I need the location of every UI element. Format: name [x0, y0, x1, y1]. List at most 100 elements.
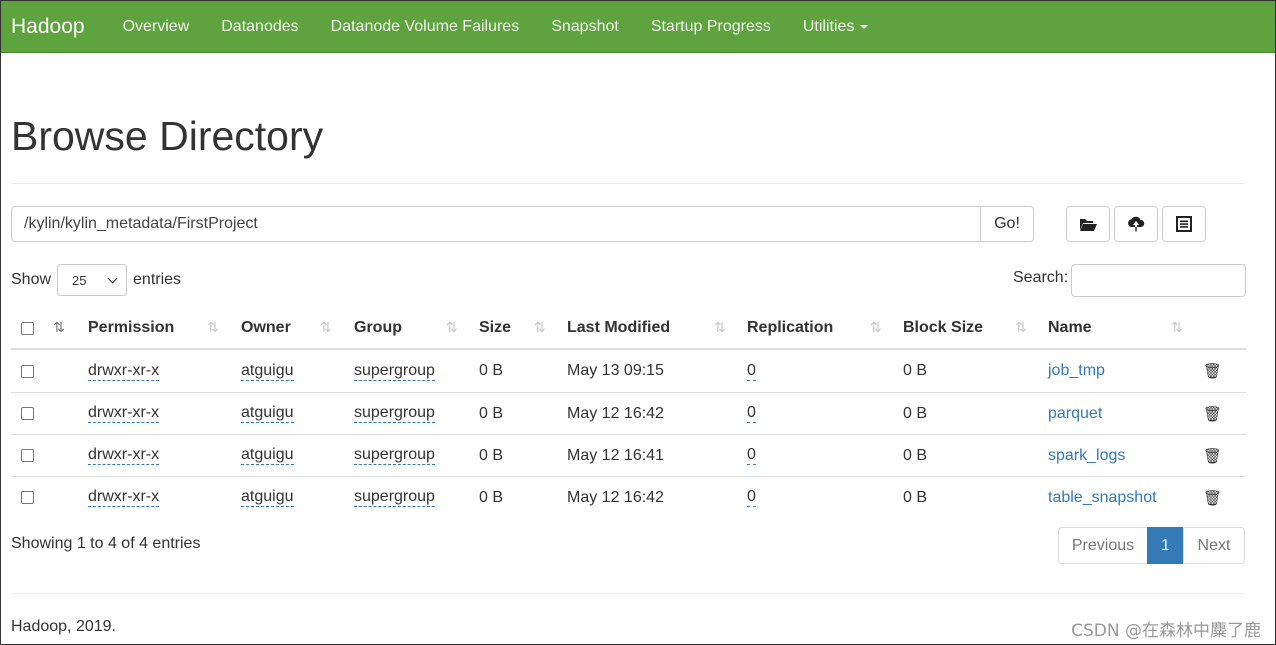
- last-modified-value: May 12 16:42: [567, 488, 664, 506]
- row-checkbox[interactable]: [21, 407, 34, 420]
- block-size-value: 0 B: [903, 488, 928, 506]
- column-header-name[interactable]: Name: [1048, 308, 1092, 348]
- directory-path-input[interactable]: /kylin/kylin_metadata/FirstProject: [11, 206, 981, 242]
- search-input[interactable]: [1071, 264, 1246, 297]
- row-checkbox-cell: [21, 393, 34, 434]
- owner-value: atguigu: [241, 488, 294, 507]
- size-value: 0 B: [479, 446, 504, 464]
- row-checkbox[interactable]: [21, 491, 34, 504]
- select-all-checkbox[interactable]: [21, 321, 34, 335]
- replication-link[interactable]: 0: [747, 446, 756, 465]
- delete-trash-icon[interactable]: 🗑: [1203, 393, 1222, 434]
- sort-icon[interactable]: ⇅: [446, 319, 458, 336]
- file-name-link[interactable]: job_tmp: [1048, 350, 1105, 392]
- chevron-down-icon: [107, 273, 118, 283]
- row-checkbox-cell: [21, 435, 34, 476]
- file-name-link[interactable]: parquet: [1048, 393, 1102, 434]
- permission-link[interactable]: drwxr-xr-x: [88, 362, 160, 381]
- sort-ascending-icon[interactable]: ⇅: [53, 319, 65, 336]
- delete-trash-icon[interactable]: 🗑: [1203, 350, 1222, 392]
- delete-trash-icon[interactable]: 🗑: [1203, 477, 1222, 518]
- create-directory-button[interactable]: [1066, 206, 1110, 242]
- cloud-upload-icon: [1128, 216, 1145, 232]
- column-header-owner[interactable]: Owner: [241, 308, 291, 348]
- length-control: Show 25 entries: [11, 264, 181, 296]
- nav-utilities-label: Utilities: [802, 17, 855, 35]
- delete-trash-icon[interactable]: 🗑: [1203, 435, 1222, 476]
- row-checkbox-cell: [21, 350, 34, 392]
- sort-icon[interactable]: ⇅: [1171, 319, 1183, 336]
- folder-open-icon: [1080, 218, 1097, 231]
- column-header-size[interactable]: Size: [479, 308, 511, 348]
- table-row: drwxr-xr-x atguigu supergroup 0 B May 13…: [11, 350, 1246, 392]
- nav-datanodes[interactable]: Datanodes: [205, 18, 314, 36]
- block-size-value: 0 B: [903, 362, 928, 379]
- select-all-checkbox-cell: [21, 308, 34, 348]
- nav-snapshot[interactable]: Snapshot: [535, 18, 635, 36]
- last-modified-value: May 12 16:41: [567, 446, 664, 464]
- sort-icon[interactable]: ⇅: [870, 319, 882, 336]
- directory-table: ⇅ Permission ⇅ Owner ⇅ Group ⇅ Size ⇅ La…: [11, 308, 1246, 518]
- sort-icon[interactable]: ⇅: [1015, 319, 1027, 336]
- previous-page-button[interactable]: Previous: [1058, 527, 1148, 564]
- group-value: supergroup: [354, 446, 435, 465]
- nav-datanode-volume-failures[interactable]: Datanode Volume Failures: [315, 18, 536, 36]
- permission-link[interactable]: drwxr-xr-x: [88, 404, 160, 423]
- search-label: Search:: [1013, 269, 1069, 286]
- group-value: supergroup: [354, 488, 435, 507]
- file-name-link[interactable]: spark_logs: [1048, 435, 1125, 476]
- entries-per-page-select[interactable]: 25: [57, 264, 128, 296]
- column-header-permission[interactable]: Permission: [88, 308, 174, 348]
- block-size-value: 0 B: [903, 446, 928, 464]
- owner-value: atguigu: [241, 361, 294, 381]
- go-button[interactable]: Go!: [980, 206, 1034, 242]
- caret-down-icon: [860, 24, 869, 29]
- group-value: supergroup: [354, 361, 435, 381]
- permission-link[interactable]: drwxr-xr-x: [88, 488, 160, 507]
- permission-link[interactable]: drwxr-xr-x: [88, 446, 160, 465]
- top-navbar: Hadoop Overview Datanodes Datanode Volum…: [1, 1, 1275, 53]
- group-value: supergroup: [354, 404, 435, 423]
- owner-value: atguigu: [241, 404, 294, 423]
- show-label: Show: [11, 271, 52, 288]
- sort-icon[interactable]: ⇅: [320, 319, 332, 336]
- table-row: drwxr-xr-x atguigu supergroup 0 B May 12…: [11, 392, 1246, 434]
- nav-startup-progress[interactable]: Startup Progress: [635, 18, 787, 36]
- list-alt-icon: [1176, 216, 1192, 232]
- nav-overview[interactable]: Overview: [107, 18, 206, 36]
- next-page-button[interactable]: Next: [1183, 527, 1245, 564]
- size-value: 0 B: [479, 404, 504, 422]
- upload-files-button[interactable]: [1114, 206, 1158, 242]
- row-checkbox[interactable]: [21, 449, 34, 462]
- table-row: drwxr-xr-x atguigu supergroup 0 B May 12…: [11, 476, 1246, 518]
- column-header-replication[interactable]: Replication: [747, 308, 833, 348]
- row-checkbox[interactable]: [21, 364, 34, 378]
- column-header-block-size[interactable]: Block Size: [903, 308, 983, 348]
- brand-link[interactable]: Hadoop: [1, 15, 95, 39]
- table-row: drwxr-xr-x atguigu supergroup 0 B May 12…: [11, 434, 1246, 476]
- sort-icon[interactable]: ⇅: [207, 319, 219, 336]
- column-header-last-modified[interactable]: Last Modified: [567, 308, 670, 348]
- table-header: ⇅ Permission ⇅ Owner ⇅ Group ⇅ Size ⇅ La…: [11, 308, 1246, 350]
- replication-link[interactable]: 0: [747, 488, 756, 507]
- cut-paste-button[interactable]: [1162, 206, 1206, 242]
- sort-icon[interactable]: ⇅: [714, 319, 726, 336]
- replication-link[interactable]: 0: [747, 404, 756, 423]
- file-name-link[interactable]: table_snapshot: [1048, 477, 1157, 518]
- replication-link[interactable]: 0: [747, 362, 756, 381]
- footer-divider: [11, 593, 1245, 594]
- entries-label: entries: [133, 271, 182, 288]
- last-modified-value: May 13 09:15: [567, 362, 664, 379]
- block-size-value: 0 B: [903, 404, 928, 422]
- table-info: Showing 1 to 4 of 4 entries: [11, 535, 201, 552]
- title-divider: [11, 183, 1245, 184]
- page-title: Browse Directory: [11, 113, 324, 159]
- pagination: Previous 1 Next: [1058, 527, 1245, 564]
- size-value: 0 B: [479, 362, 504, 379]
- row-checkbox-cell: [21, 477, 34, 518]
- column-header-group[interactable]: Group: [354, 308, 402, 348]
- nav-utilities-dropdown[interactable]: Utilities: [787, 18, 885, 36]
- sort-icon[interactable]: ⇅: [534, 319, 546, 336]
- page-1-button[interactable]: 1: [1147, 527, 1184, 564]
- watermark-text: CSDN @在森林中麋了鹿: [1071, 621, 1261, 641]
